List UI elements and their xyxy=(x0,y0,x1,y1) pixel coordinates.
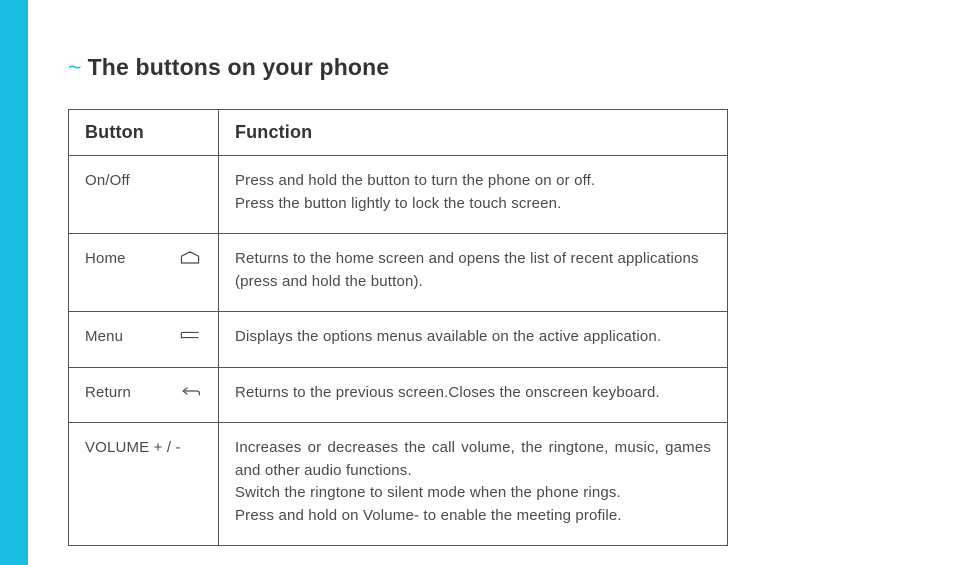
buttons-table: Button Function On/Off Press and hold th… xyxy=(68,109,728,546)
button-cell: Home xyxy=(69,234,219,312)
title-text: The buttons on your phone xyxy=(88,54,390,80)
button-label: Menu xyxy=(85,326,123,349)
function-text: Switch the ringtone to silent mode when … xyxy=(235,482,711,505)
function-text: Press and hold the button to turn the ph… xyxy=(235,170,711,193)
home-outline-icon xyxy=(174,248,202,266)
table-row: On/Off Press and hold the button to turn… xyxy=(69,156,728,234)
title-prefix: ~ xyxy=(68,54,82,80)
table-row: Menu Displays the options menus xyxy=(69,312,728,368)
table-row: Return Returns to the previous screen.Cl… xyxy=(69,367,728,423)
function-cell: Returns to the home screen and opens the… xyxy=(219,234,728,312)
page: ~The buttons on your phone Button Functi… xyxy=(0,0,954,565)
function-text: Returns to the previous screen.Closes th… xyxy=(235,384,660,401)
button-cell: On/Off xyxy=(69,156,219,234)
button-label: VOLUME + / - xyxy=(85,437,181,460)
return-arrow-icon xyxy=(174,382,202,400)
function-cell: Press and hold the button to turn the ph… xyxy=(219,156,728,234)
function-text: Displays the options menus available on … xyxy=(235,328,661,345)
function-text: Increases or decreases the call volume, … xyxy=(235,437,711,482)
table-row: VOLUME + / - Increases or decreases the … xyxy=(69,423,728,546)
button-cell: VOLUME + / - xyxy=(69,423,219,546)
function-cell: Returns to the previous screen.Closes th… xyxy=(219,367,728,423)
section-title: ~The buttons on your phone xyxy=(68,54,894,81)
table-header-row: Button Function xyxy=(69,110,728,156)
function-cell: Increases or decreases the call volume, … xyxy=(219,423,728,546)
function-text: Press the button lightly to lock the tou… xyxy=(235,193,711,216)
menu-lines-icon xyxy=(174,326,202,344)
button-label: Home xyxy=(85,248,126,271)
button-label: Return xyxy=(85,382,131,405)
function-cell: Displays the options menus available on … xyxy=(219,312,728,368)
button-cell: Return xyxy=(69,367,219,423)
function-text: Press and hold on Volume- to enable the … xyxy=(235,505,711,528)
accent-bar xyxy=(0,0,28,565)
button-cell: Menu xyxy=(69,312,219,368)
table-row: Home Returns to the home screen and open… xyxy=(69,234,728,312)
header-function: Function xyxy=(219,110,728,156)
button-label: On/Off xyxy=(85,170,130,193)
content-area: ~The buttons on your phone Button Functi… xyxy=(28,0,954,565)
header-button: Button xyxy=(69,110,219,156)
function-text: Returns to the home screen and opens the… xyxy=(235,250,699,290)
